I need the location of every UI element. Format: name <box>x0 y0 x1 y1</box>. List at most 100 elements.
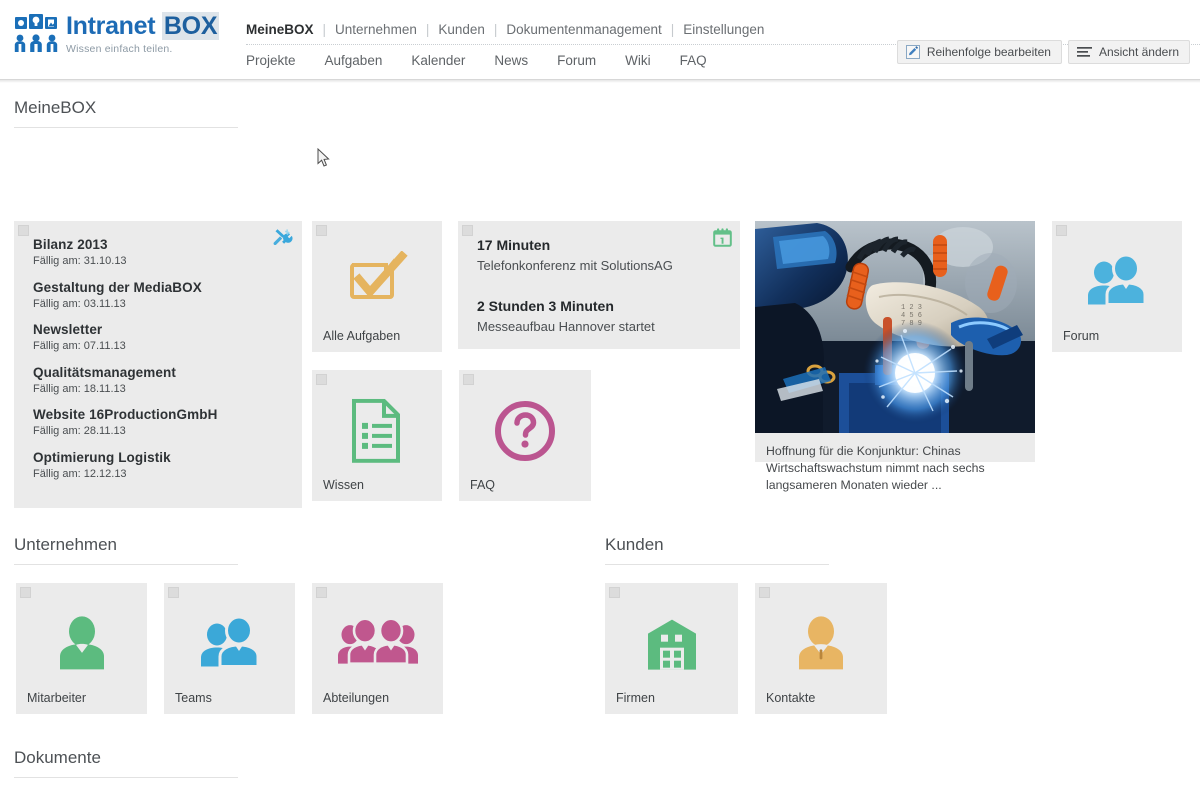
two-people-icon <box>164 616 295 672</box>
task-name: Bilanz 2013 <box>33 237 127 252</box>
nav-item-kunden[interactable]: Kunden <box>438 22 485 37</box>
brand-title-part1: Intranet <box>66 12 162 40</box>
calendar-entry[interactable]: 2 Stunden 3 MinutenMesseaufbau Hannover … <box>477 298 655 334</box>
nav-item-meinebox[interactable]: MeineBOX <box>246 22 314 37</box>
task-item[interactable]: Bilanz 2013 Fällig am: 31.10.13 <box>33 237 127 267</box>
task-due-date: Fällig am: 07.11.13 <box>33 340 126 352</box>
tile-drag-handle[interactable] <box>463 374 474 385</box>
blue-tools-icon[interactable] <box>273 228 294 253</box>
section-rule <box>14 777 238 778</box>
person-icon <box>16 615 147 673</box>
subnav-item-forum[interactable]: Forum <box>557 53 596 68</box>
reorder-button[interactable]: Reihenfolge bearbeiten <box>897 40 1062 64</box>
app-root: Intranet BOX Wissen einfach teilen. Mein… <box>0 0 1200 800</box>
tile-drag-handle[interactable] <box>759 587 770 598</box>
primary-nav: MeineBOX | Unternehmen | Kunden | Dokumentenma… <box>232 22 1200 37</box>
dokumente-section: Dokumente <box>14 748 238 778</box>
tile-drag-handle[interactable] <box>1056 225 1067 236</box>
tile-label: Alle Aufgaben <box>323 329 400 343</box>
nav-item-unternehmen[interactable]: Unternehmen <box>335 22 417 37</box>
calendar-entry[interactable]: 17 MinutenTelefonkonferenz mit Solutions… <box>477 237 673 273</box>
task-name: Newsletter <box>33 322 126 337</box>
change-view-button-label: Ansicht ändern <box>1099 45 1179 59</box>
tile-drag-handle[interactable] <box>316 587 327 598</box>
question-circle-icon <box>459 400 591 462</box>
unternehmen-section: Unternehmen <box>14 535 238 565</box>
section-title-dokumente: Dokumente <box>14 748 238 768</box>
tile-firmen[interactable]: Firmen <box>605 583 738 714</box>
task-name: Website 16ProductionGmbH <box>33 407 217 422</box>
task-item[interactable]: Gestaltung der MediaBOX Fällig am: 03.11.… <box>33 280 202 310</box>
person-suit-icon <box>755 615 887 673</box>
reorder-button-label: Reihenfolge bearbeiten <box>927 45 1051 59</box>
task-item[interactable]: Qualitätsmanagement Fällig am: 18.11.13 <box>33 365 176 395</box>
task-name: Qualitätsmanagement <box>33 365 176 380</box>
tile-label: Abteilungen <box>323 691 389 705</box>
task-item[interactable]: Website 16ProductionGmbHFällig am: 28.11… <box>33 407 217 437</box>
mouse-pointer-icon <box>317 148 330 172</box>
checkbox-check-icon <box>312 251 442 313</box>
tile-forum[interactable]: Forum <box>1052 221 1182 352</box>
subnav-item-kalender[interactable]: Kalender <box>411 53 465 68</box>
tasks-tile[interactable]: Bilanz 2013 Fällig am: 31.10.13 Gestaltung… <box>14 221 302 508</box>
two-people-icon <box>1052 254 1182 310</box>
tile-label: Teams <box>175 691 212 705</box>
subnav-item-projekte[interactable]: Projekte <box>246 53 296 68</box>
tile-label: FAQ <box>470 478 495 492</box>
tile-teams[interactable]: Teams <box>164 583 295 714</box>
news-headline: Hoffnung für die Konjunktur: Chinas Wirt… <box>766 443 1027 494</box>
svg-text:4 5 6: 4 5 6 <box>901 312 922 320</box>
tile-label: Firmen <box>616 691 655 705</box>
tile-label: Forum <box>1063 329 1099 343</box>
tile-faq[interactable]: FAQ <box>459 370 591 501</box>
brand-tagline: Wissen einfach teilen. <box>66 43 219 55</box>
document-list-icon <box>312 398 442 462</box>
tile-drag-handle[interactable] <box>20 587 31 598</box>
tile-drag-handle[interactable] <box>168 587 179 598</box>
tile-abteilungen[interactable]: Abteilungen <box>312 583 443 714</box>
tile-kontakte[interactable]: Kontakte <box>755 583 887 714</box>
task-name: Gestaltung der MediaBOX <box>33 280 202 295</box>
task-due-date: Fällig am: 31.10.13 <box>33 255 127 267</box>
tile-mitarbeiter[interactable]: Mitarbeiter <box>16 583 147 714</box>
task-item[interactable]: Newsletter Fällig am: 07.11.13 <box>33 322 126 352</box>
subnav-item-wiki[interactable]: Wiki <box>625 53 651 68</box>
task-item[interactable]: Optimierung LogistikFällig am: 12.12.13 <box>33 450 171 480</box>
subnav-item-faq[interactable]: FAQ <box>680 53 707 68</box>
tile-drag-handle[interactable] <box>462 225 473 236</box>
task-due-date: Fällig am: 03.11.13 <box>33 298 202 310</box>
tile-drag-handle[interactable] <box>18 225 29 236</box>
nav-item-einstellungen[interactable]: Einstellungen <box>683 22 764 37</box>
task-due-date: Fällig am: 18.11.13 <box>33 383 176 395</box>
section-title-unternehmen: Unternehmen <box>14 535 238 555</box>
change-view-button[interactable]: Ansicht ändern <box>1068 40 1190 64</box>
subnav-item-aufgaben[interactable]: Aufgaben <box>325 53 383 68</box>
tile-drag-handle[interactable] <box>316 374 327 385</box>
nav-item-dokumentenmanagement[interactable]: Dokumentenmanagement <box>506 22 661 37</box>
calendar-entry-time: 2 Stunden 3 Minuten <box>477 298 655 314</box>
tile-alle-aufgaben[interactable]: Alle Aufgaben <box>312 221 442 352</box>
group-people-icon <box>312 617 443 671</box>
nav-separator: | <box>323 22 327 37</box>
brand-title-part2: BOX <box>162 12 219 40</box>
calendar-entry-time: 17 Minuten <box>477 237 673 253</box>
task-name: Optimierung Logistik <box>33 450 171 465</box>
tile-wissen[interactable]: Wissen <box>312 370 442 501</box>
brand-logo[interactable]: Intranet BOX Wissen einfach teilen. <box>14 10 232 58</box>
news-photo: 1 2 3 4 5 6 7 8 9 <box>755 221 1035 433</box>
green-calendar-icon[interactable] <box>713 228 732 252</box>
nav-separator: | <box>671 22 675 37</box>
tile-drag-handle[interactable] <box>316 225 327 236</box>
app-header: Intranet BOX Wissen einfach teilen. Mein… <box>0 0 1200 80</box>
header-actions: Reihenfolge bearbeiten Ansicht ändern <box>897 40 1190 64</box>
nav-separator: | <box>426 22 430 37</box>
svg-text:1 2 3: 1 2 3 <box>901 304 922 312</box>
tile-label: Mitarbeiter <box>27 691 86 705</box>
subnav-item-news[interactable]: News <box>494 53 528 68</box>
tile-drag-handle[interactable] <box>609 587 620 598</box>
news-tile[interactable]: 1 2 3 4 5 6 7 8 9 <box>755 221 1035 462</box>
calendar-tile[interactable]: 17 MinutenTelefonkonferenz mit Solutions… <box>458 221 740 349</box>
section-rule <box>14 564 238 565</box>
page-content: MeineBOX Bilanz 2013Fällig am: 31.10.13G… <box>0 80 1200 128</box>
brand-title: Intranet BOX <box>66 13 219 39</box>
